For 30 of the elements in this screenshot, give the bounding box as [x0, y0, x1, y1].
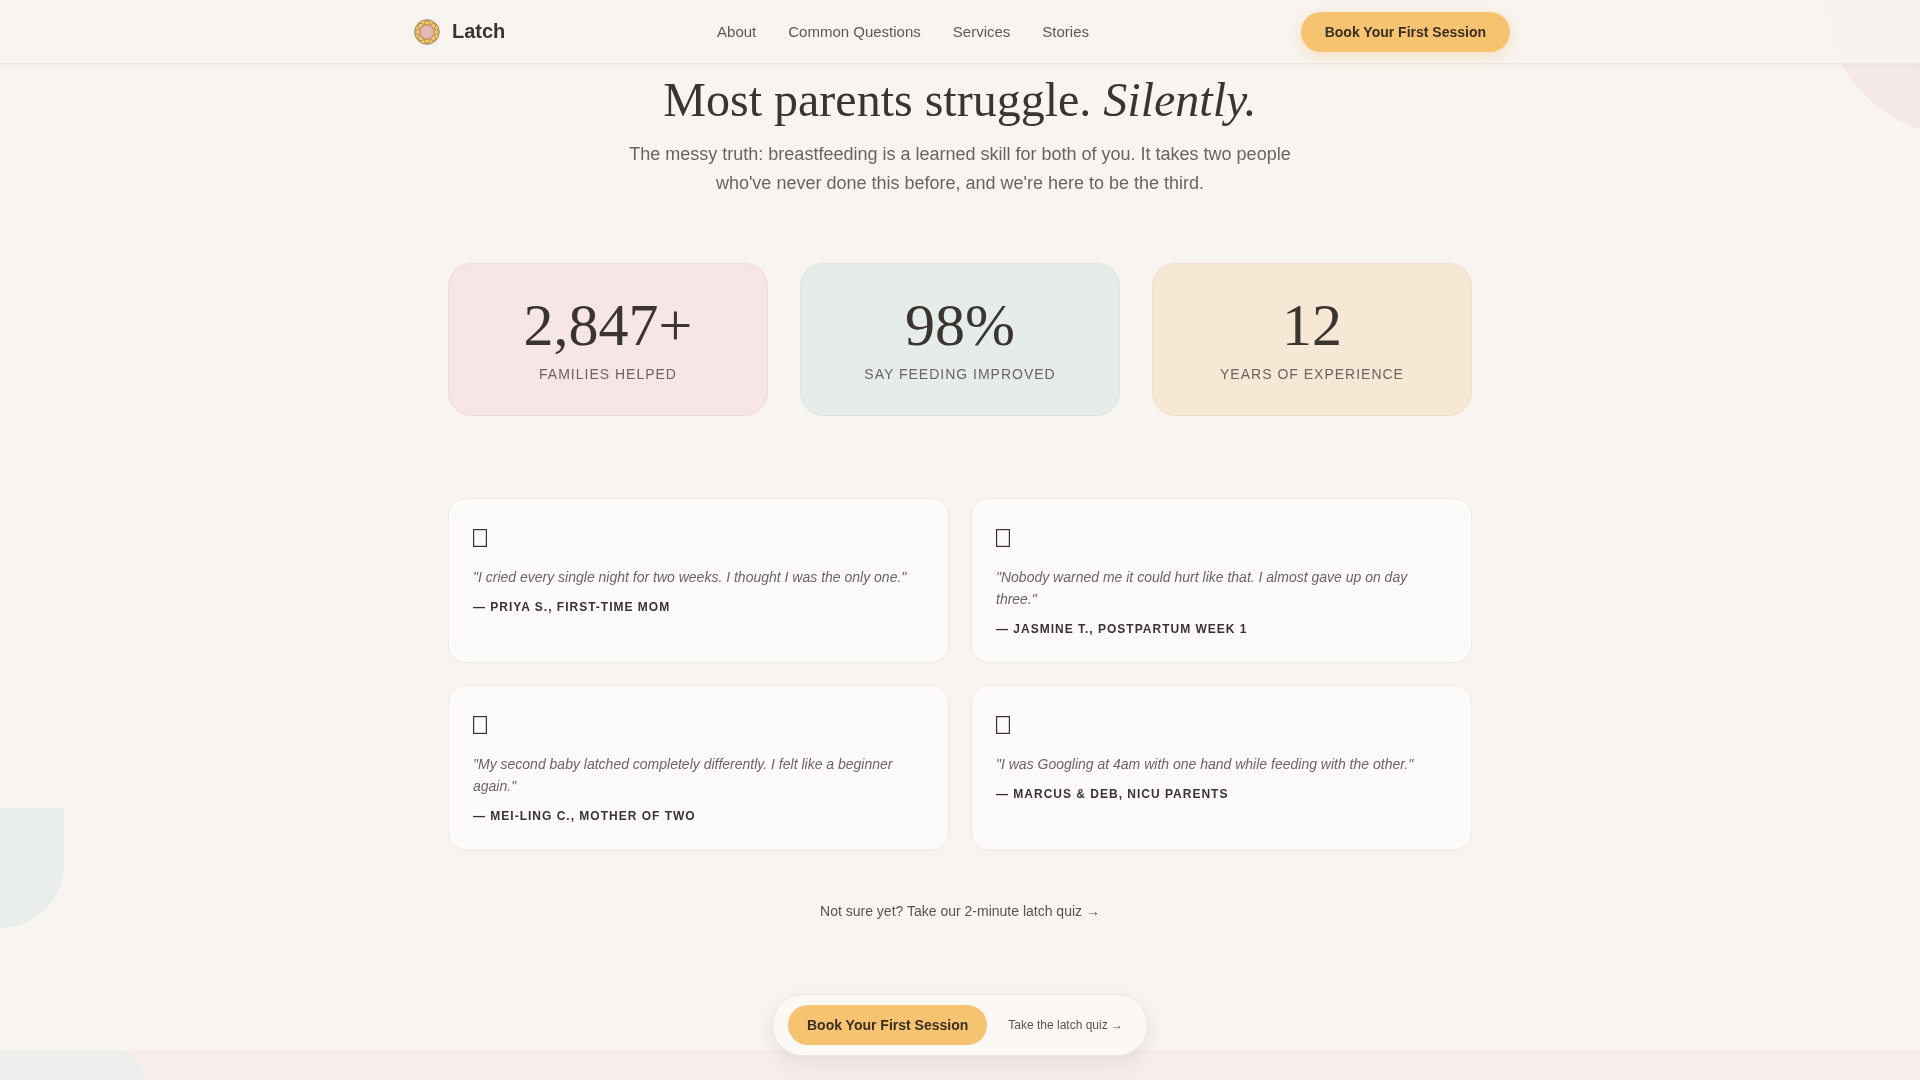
testimonial-quote: "I was Googling at 4am with one hand while feeding with the other.": [996, 755, 1415, 774]
stat-value: 98%: [905, 292, 1015, 358]
logo-icon: [414, 18, 440, 45]
testimonial-quote: "I cried every single night for two weeks. I thought I was the only one.": [473, 568, 908, 587]
quiz-link[interactable]: Take the latch quiz →: [1008, 1018, 1123, 1032]
testimonial-author: — MARCUS & DEB, NICU PARENTS: [996, 786, 1230, 802]
stat-label: FAMILIES HELPED: [539, 365, 677, 384]
nav-link[interactable]: About: [717, 23, 757, 40]
glyph-box-icon: [473, 529, 487, 547]
quiz-link[interactable]: Not sure yet? Take our 2-minute latch quiz →: [820, 901, 1100, 921]
glyph-box-icon: [996, 529, 1010, 547]
brand-link[interactable]: Latch: [414, 18, 506, 45]
testimonial-author: — JASMINE T., POSTPARTUM WEEK 1: [996, 621, 1249, 637]
stat-value: 2,847+: [523, 292, 693, 358]
hero-subtitle: The messy truth: breastfeeding is a learned skill for both of you. It takes two people who've never done this before, and we're here to be the third.: [628, 143, 1292, 195]
hero-title: Most parents struggle. Silently.: [663, 72, 1257, 128]
stat-label: YEARS OF EXPERIENCE: [1220, 365, 1404, 384]
glyph-box-icon: [996, 716, 1010, 734]
glyph-box-icon: [473, 716, 487, 734]
testimonial-quote: "My second baby latched completely differently. I felt like a beginner again.": [473, 755, 894, 796]
stat-label: SAY FEEDING IMPROVED: [864, 365, 1056, 384]
nav-link[interactable]: Stories: [1042, 23, 1089, 40]
testimonial-author: — PRIYA S., FIRST-TIME MOM: [473, 599, 672, 615]
book-session-button[interactable]: Book Your First Session: [788, 1005, 988, 1045]
testimonial-quote: "Nobody warned me it could hurt like that. I almost gave up on day three.": [996, 568, 1409, 609]
stat-value: 12: [1282, 292, 1342, 358]
book-session-button[interactable]: Book Your First Session: [1300, 11, 1510, 52]
nav-link[interactable]: Common Questions: [788, 23, 921, 40]
nav-link[interactable]: Services: [952, 23, 1011, 40]
testimonial-author: — MEI-LING C., MOTHER OF TWO: [473, 808, 697, 824]
